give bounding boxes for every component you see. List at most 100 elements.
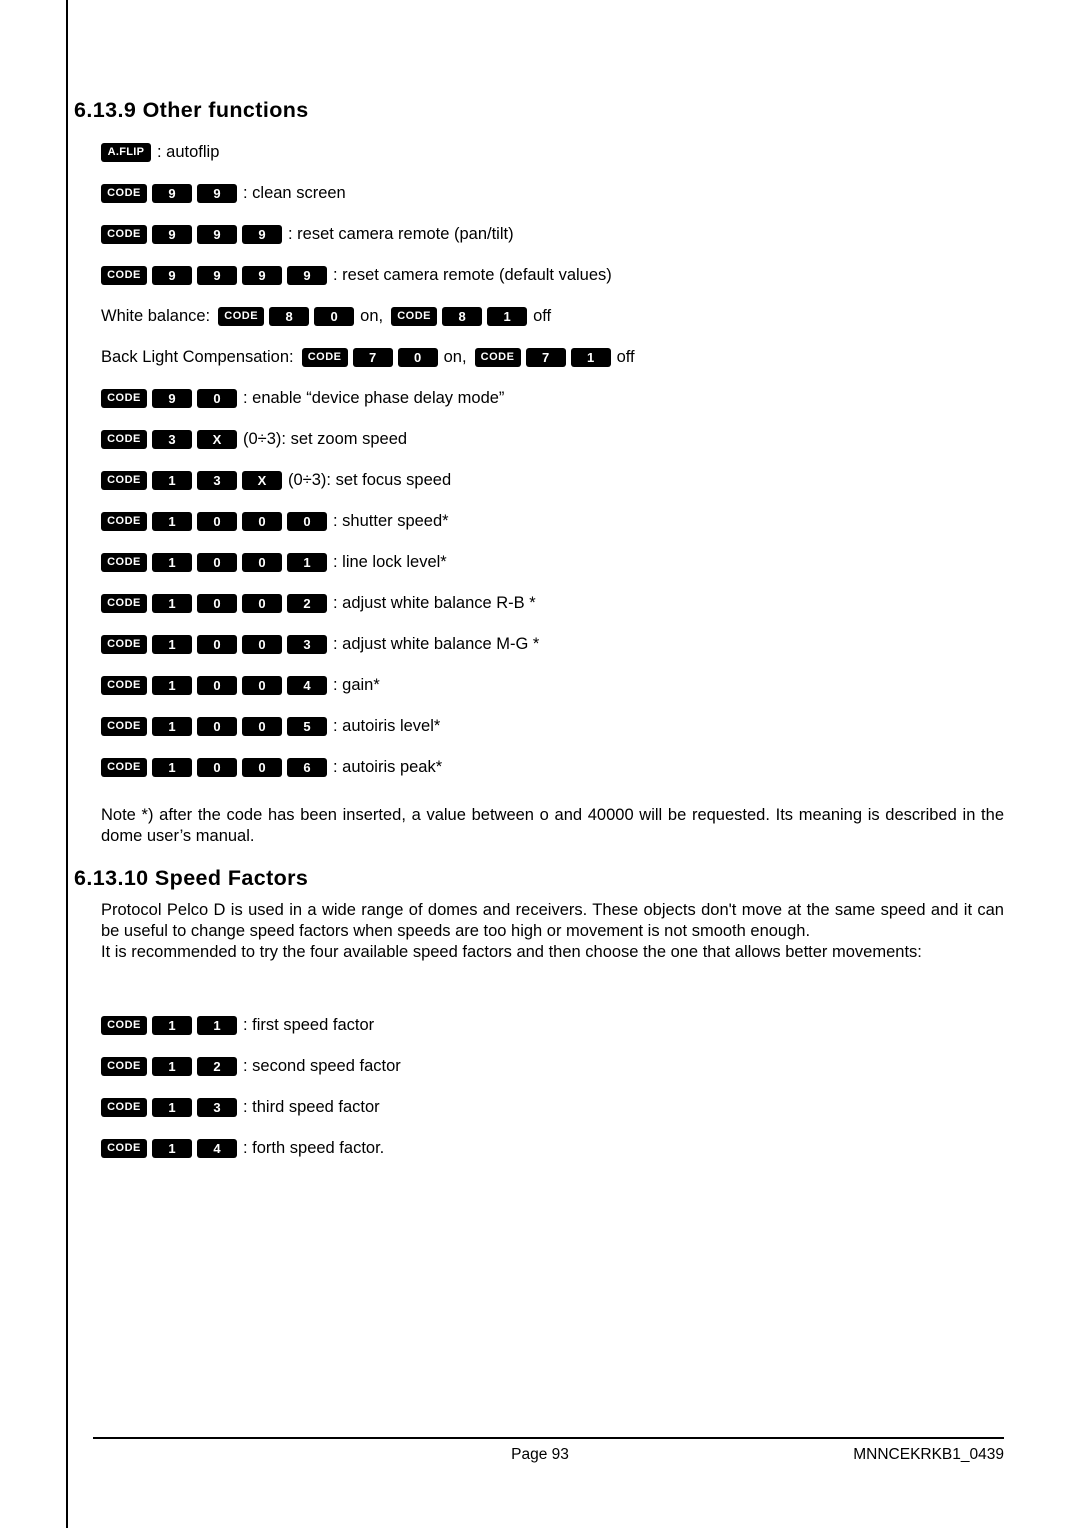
key-digit: 0 [197,388,237,408]
key-digit: 1 [152,757,192,777]
section-title: Other functions [142,98,309,122]
key-digit: 0 [242,675,282,695]
command-line-second-speed-factor: CODE 1 2 : second speed factor [101,1055,401,1077]
command-line-phase-delay: CODE 9 0 : enable “device phase delay mo… [101,387,504,409]
command-text: : reset camera remote (default values) [333,266,612,284]
key-code: CODE [101,634,147,654]
command-text: (0÷3): set focus speed [288,471,452,489]
key-digit: 0 [197,593,237,613]
key-digit: 0 [242,634,282,654]
key-code: CODE [101,1056,147,1076]
command-text: : reset camera remote (pan/tilt) [288,225,514,243]
key-digit: 1 [152,593,192,613]
command-line-line-lock-level: CODE 1 0 0 1 : line lock level* [101,551,447,573]
document-page: 6.13.9 Other functions A.FLIP : autoflip… [0,0,1080,1528]
command-line-focus-speed: CODE 1 3 X (0÷3): set focus speed [101,469,451,491]
key-code: CODE [301,347,348,367]
section-heading-speed-factors: 6.13.10 Speed Factors [74,866,308,891]
key-aflip: A.FLIP [101,142,151,162]
key-digit: 9 [287,265,327,285]
key-digit: 9 [242,224,282,244]
key-digit: 0 [397,347,438,367]
key-digit: 1 [287,552,327,572]
command-text: : gain* [333,676,380,694]
key-digit: 4 [287,675,327,695]
command-line-autoiris-peak: CODE 1 0 0 6 : autoiris peak* [101,756,442,778]
key-digit: 8 [442,306,483,326]
key-code: CODE [101,1138,147,1158]
key-digit: 3 [287,634,327,654]
key-code: CODE [101,675,147,695]
key-digit: 0 [242,716,282,736]
key-digit: 1 [152,1056,192,1076]
key-code: CODE [101,183,147,203]
key-digit: 1 [152,634,192,654]
command-line-shutter-speed: CODE 1 0 0 0 : shutter speed* [101,510,449,532]
command-text: : autoflip [157,143,220,161]
key-digit: 3 [197,470,237,490]
white-balance-off-text: off [533,307,552,325]
key-digit: 9 [197,183,237,203]
command-text: : line lock level* [333,553,447,571]
key-digit: 9 [197,265,237,285]
footer-rule [93,1437,1004,1439]
command-line-white-balance: White balance: CODE 8 0 on, CODE 8 1 off [101,305,551,327]
key-digit: 1 [197,1015,237,1035]
command-line-gain: CODE 1 0 0 4 : gain* [101,674,380,696]
key-code: CODE [101,552,147,572]
section-number: 6.13.10 [74,866,149,890]
key-digit: 1 [487,306,528,326]
command-line-white-balance-mg: CODE 1 0 0 3 : adjust white balance M-G … [101,633,539,655]
key-digit: 9 [197,224,237,244]
command-line-autoiris-level: CODE 1 0 0 5 : autoiris level* [101,715,440,737]
key-digit: 1 [152,675,192,695]
command-text: : first speed factor [243,1016,375,1034]
white-balance-on-text: on, [360,307,384,325]
key-digit: 3 [197,1097,237,1117]
key-digit: 0 [242,757,282,777]
back-light-label: Back Light Compensation: [101,348,294,366]
command-text: : adjust white balance M-G * [333,635,540,653]
key-digit: 1 [152,470,192,490]
key-code: CODE [391,306,438,326]
key-digit: 0 [314,306,355,326]
key-code: CODE [101,1015,147,1035]
command-line-reset-defaults: CODE 9 9 9 9 : reset camera remote (defa… [101,264,612,286]
command-text: (0÷3): set zoom speed [243,430,408,448]
command-line-forth-speed-factor: CODE 1 4 : forth speed factor. [101,1137,384,1159]
key-digit: 3 [152,429,192,449]
command-text: : shutter speed* [333,512,449,530]
key-digit: 1 [152,1015,192,1035]
white-balance-label: White balance: [101,307,211,325]
command-line-autoflip: A.FLIP : autoflip [101,141,219,163]
key-digit: 0 [197,757,237,777]
key-code: CODE [101,1097,147,1117]
command-text: : autoiris level* [333,717,441,735]
key-digit: 4 [197,1138,237,1158]
key-digit: 7 [525,347,566,367]
key-code: CODE [101,757,147,777]
command-line-clean-screen: CODE 9 9 : clean screen [101,182,346,204]
section-heading-other-functions: 6.13.9 Other functions [74,98,309,123]
back-light-on-text: on, [443,348,467,366]
command-line-reset-pan-tilt: CODE 9 9 9 : reset camera remote (pan/ti… [101,223,514,245]
key-digit: 0 [197,716,237,736]
key-digit: 9 [152,224,192,244]
key-digit: 0 [287,511,327,531]
key-code: CODE [101,429,147,449]
section-number: 6.13.9 [74,98,137,122]
left-margin-rule [66,0,68,1528]
back-light-off-text: off [616,348,635,366]
command-text: : adjust white balance R-B * [333,594,536,612]
command-line-third-speed-factor: CODE 1 3 : third speed factor [101,1096,380,1118]
key-code: CODE [101,224,147,244]
key-code: CODE [101,388,147,408]
key-digit: 1 [570,347,611,367]
footer-document-code: MNNCEKRKB1_0439 [853,1446,1004,1463]
speed-factors-paragraph: Protocol Pelco D is used in a wide range… [101,901,1004,961]
key-code: CODE [101,470,147,490]
command-text: : second speed factor [243,1057,401,1075]
key-digit: 0 [197,511,237,531]
command-line-zoom-speed: CODE 3 X (0÷3): set zoom speed [101,428,407,450]
command-line-white-balance-rb: CODE 1 0 0 2 : adjust white balance R-B … [101,592,536,614]
